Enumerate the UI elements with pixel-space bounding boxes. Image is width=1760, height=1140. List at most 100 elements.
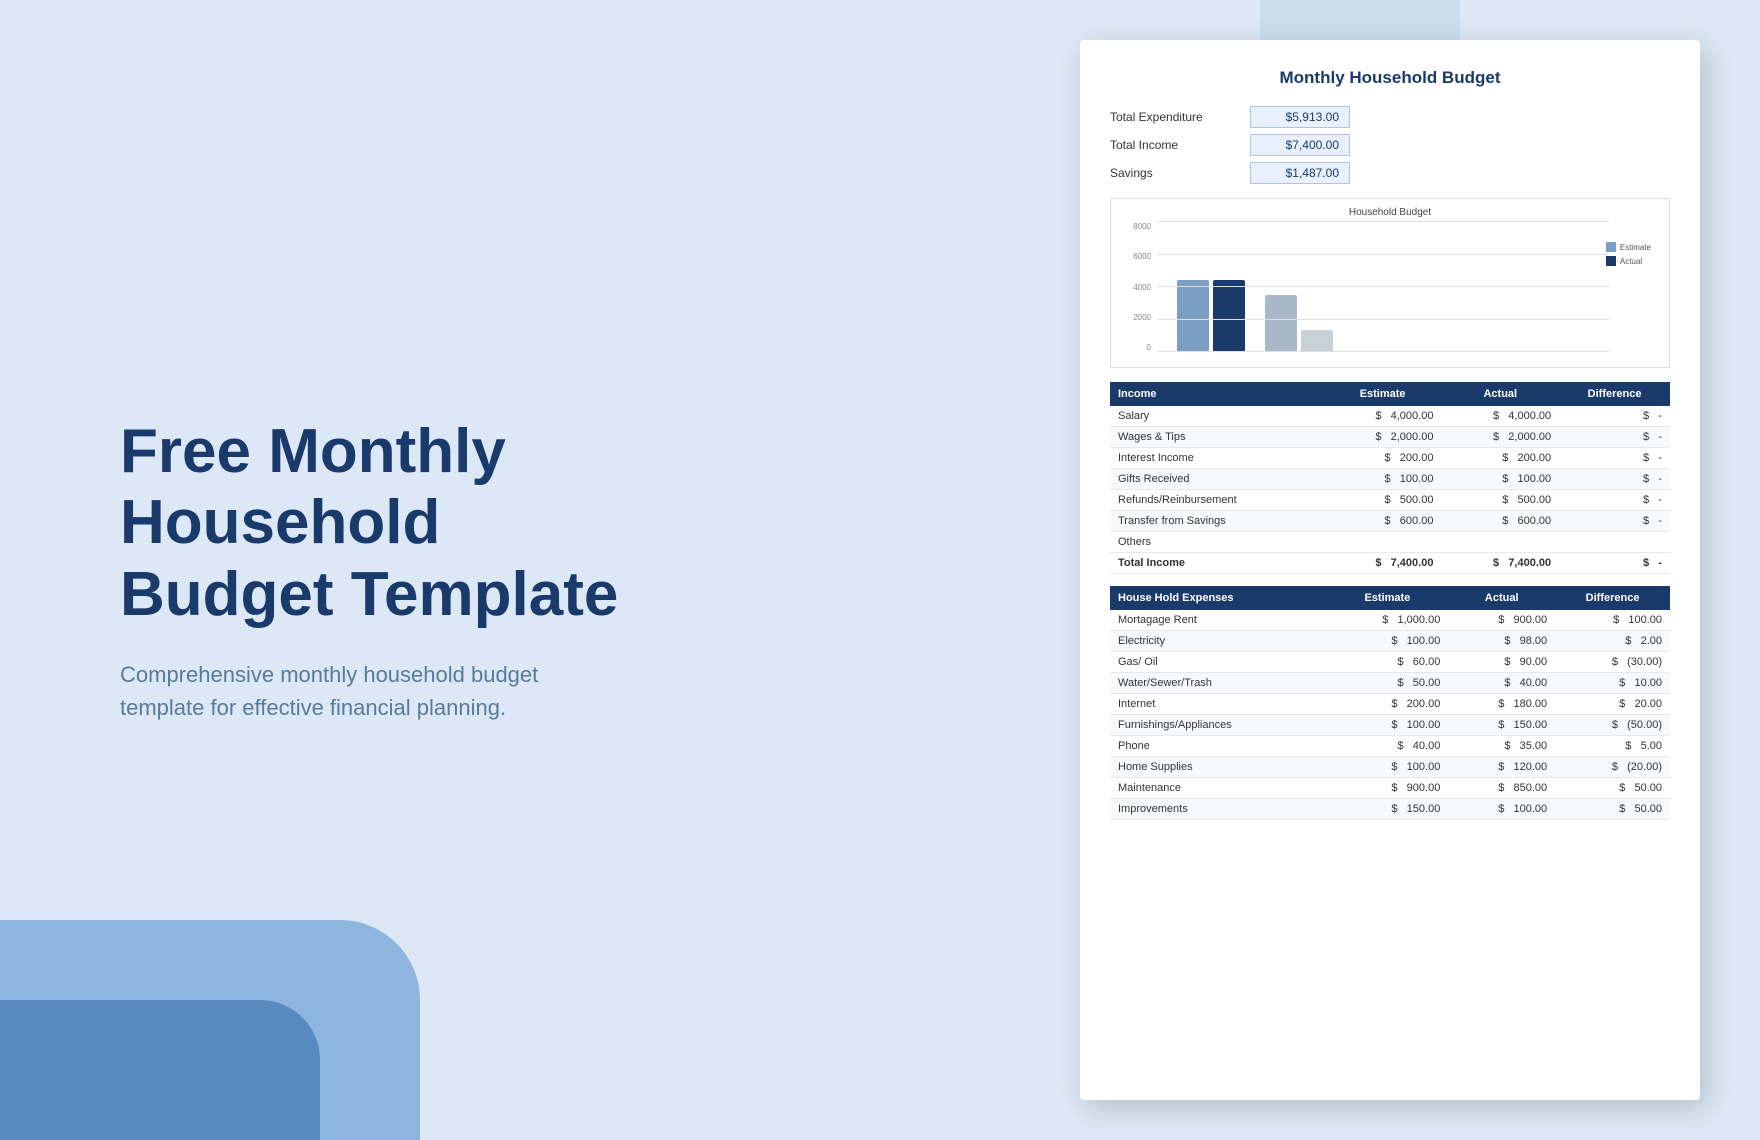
income-header-row: Income Estimate Actual Difference xyxy=(1110,382,1670,406)
income-row: Others xyxy=(1110,532,1670,553)
income-estimate: $ 100.00 xyxy=(1324,469,1442,490)
expense-diff: $ 20.00 xyxy=(1555,694,1670,715)
expense-name: Furnishings/Appliances xyxy=(1110,715,1326,736)
income-actual: $ 200.00 xyxy=(1441,448,1559,469)
difference-col-header: Difference xyxy=(1559,382,1670,406)
expense-name: Electricity xyxy=(1110,631,1326,652)
expenses-estimate-header: Estimate xyxy=(1326,586,1448,610)
income-estimate xyxy=(1324,532,1442,553)
chart-gridlines xyxy=(1157,222,1609,352)
expense-actual: $ 98.00 xyxy=(1448,631,1555,652)
income-table: Income Estimate Actual Difference Salary… xyxy=(1110,382,1670,574)
income-total-label: Total Income xyxy=(1110,553,1324,574)
income-total-diff: $ - xyxy=(1559,553,1670,574)
income-name: Salary xyxy=(1110,406,1324,427)
expense-estimate: $ 1,000.00 xyxy=(1326,610,1448,631)
expense-estimate: $ 100.00 xyxy=(1326,757,1448,778)
income-tbody: Salary $ 4,000.00 $ 4,000.00 $ - Wages &… xyxy=(1110,406,1670,553)
expense-name: Mortagage Rent xyxy=(1110,610,1326,631)
savings-label: Savings xyxy=(1110,166,1250,180)
income-name: Refunds/Reinbursement xyxy=(1110,490,1324,511)
income-col-header: Income xyxy=(1110,382,1324,406)
income-actual: $ 600.00 xyxy=(1441,511,1559,532)
estimate-col-header: Estimate xyxy=(1324,382,1442,406)
expense-actual: $ 120.00 xyxy=(1448,757,1555,778)
expense-estimate: $ 150.00 xyxy=(1326,799,1448,820)
expense-actual: $ 100.00 xyxy=(1448,799,1555,820)
savings-row: Savings $1,487.00 xyxy=(1110,162,1670,184)
income-estimate: $ 4,000.00 xyxy=(1324,406,1442,427)
income-diff: $ - xyxy=(1559,448,1670,469)
income-name: Others xyxy=(1110,532,1324,553)
left-panel: Free Monthly Household Budget Template C… xyxy=(80,0,680,1140)
title-line1: Free Monthly Household xyxy=(120,417,506,557)
legend-actual-label: Actual xyxy=(1620,257,1642,266)
main-title: Free Monthly Household Budget Template xyxy=(120,416,640,630)
expense-name: Gas/ Oil xyxy=(1110,652,1326,673)
expense-row: Mortagage Rent $ 1,000.00 $ 900.00 $ 100… xyxy=(1110,610,1670,631)
income-actual: $ 500.00 xyxy=(1441,490,1559,511)
total-income-label: Total Income xyxy=(1110,138,1250,152)
expense-row: Internet $ 200.00 $ 180.00 $ 20.00 xyxy=(1110,694,1670,715)
expense-estimate: $ 50.00 xyxy=(1326,673,1448,694)
income-diff: $ - xyxy=(1559,511,1670,532)
chart-legend: Estimate Actual xyxy=(1606,242,1651,266)
expense-row: Improvements $ 150.00 $ 100.00 $ 50.00 xyxy=(1110,799,1670,820)
chart-inner: 0 2000 4000 6000 8000 xyxy=(1121,222,1659,352)
income-total-row: Total Income $ 7,400.00 $ 7,400.00 $ - xyxy=(1110,553,1670,574)
expense-diff: $ (20.00) xyxy=(1555,757,1670,778)
expenses-table: House Hold Expenses Estimate Actual Diff… xyxy=(1110,586,1670,820)
income-actual xyxy=(1441,532,1559,553)
expense-actual: $ 35.00 xyxy=(1448,736,1555,757)
expense-row: Gas/ Oil $ 60.00 $ 90.00 $ (30.00) xyxy=(1110,652,1670,673)
expense-name: Water/Sewer/Trash xyxy=(1110,673,1326,694)
legend-estimate: Estimate xyxy=(1606,242,1651,252)
expense-name: Phone xyxy=(1110,736,1326,757)
total-expenditure-value: $5,913.00 xyxy=(1250,106,1350,128)
legend-estimate-label: Estimate xyxy=(1620,243,1651,252)
expense-name: Home Supplies xyxy=(1110,757,1326,778)
income-diff: $ - xyxy=(1559,490,1670,511)
expenses-tbody: Mortagage Rent $ 1,000.00 $ 900.00 $ 100… xyxy=(1110,610,1670,820)
income-total-estimate: $ 7,400.00 xyxy=(1324,553,1442,574)
income-tfoot: Total Income $ 7,400.00 $ 7,400.00 $ - xyxy=(1110,553,1670,574)
expense-name: Improvements xyxy=(1110,799,1326,820)
expense-diff: $ 10.00 xyxy=(1555,673,1670,694)
income-actual: $ 4,000.00 xyxy=(1441,406,1559,427)
income-actual: $ 100.00 xyxy=(1441,469,1559,490)
income-row: Interest Income $ 200.00 $ 200.00 $ - xyxy=(1110,448,1670,469)
income-diff: $ - xyxy=(1559,406,1670,427)
expense-row: Maintenance $ 900.00 $ 850.00 $ 50.00 xyxy=(1110,778,1670,799)
expense-estimate: $ 200.00 xyxy=(1326,694,1448,715)
savings-value: $1,487.00 xyxy=(1250,162,1350,184)
expense-name: Internet xyxy=(1110,694,1326,715)
total-income-value: $7,400.00 xyxy=(1250,134,1350,156)
subtitle: Comprehensive monthly household budget t… xyxy=(120,658,600,724)
expense-estimate: $ 900.00 xyxy=(1326,778,1448,799)
total-expenditure-row: Total Expenditure $5,913.00 xyxy=(1110,106,1670,128)
income-diff xyxy=(1559,532,1670,553)
expense-diff: $ 50.00 xyxy=(1555,778,1670,799)
expense-actual: $ 150.00 xyxy=(1448,715,1555,736)
expenses-col-header: House Hold Expenses xyxy=(1110,586,1326,610)
income-row: Refunds/Reinbursement $ 500.00 $ 500.00 … xyxy=(1110,490,1670,511)
expenses-header-row: House Hold Expenses Estimate Actual Diff… xyxy=(1110,586,1670,610)
income-name: Wages & Tips xyxy=(1110,427,1324,448)
income-name: Interest Income xyxy=(1110,448,1324,469)
income-diff: $ - xyxy=(1559,427,1670,448)
expense-diff: $ 2.00 xyxy=(1555,631,1670,652)
income-estimate: $ 200.00 xyxy=(1324,448,1442,469)
expense-diff: $ 5.00 xyxy=(1555,736,1670,757)
expense-row: Furnishings/Appliances $ 100.00 $ 150.00… xyxy=(1110,715,1670,736)
total-expenditure-label: Total Expenditure xyxy=(1110,110,1250,124)
expense-name: Maintenance xyxy=(1110,778,1326,799)
income-diff: $ - xyxy=(1559,469,1670,490)
expenses-difference-header: Difference xyxy=(1555,586,1670,610)
expense-row: Electricity $ 100.00 $ 98.00 $ 2.00 xyxy=(1110,631,1670,652)
actual-col-header: Actual xyxy=(1441,382,1559,406)
expense-actual: $ 40.00 xyxy=(1448,673,1555,694)
expenses-actual-header: Actual xyxy=(1448,586,1555,610)
expense-estimate: $ 40.00 xyxy=(1326,736,1448,757)
summary-section: Total Expenditure $5,913.00 Total Income… xyxy=(1110,106,1670,184)
chart-yaxis: 0 2000 4000 6000 8000 xyxy=(1121,222,1155,352)
